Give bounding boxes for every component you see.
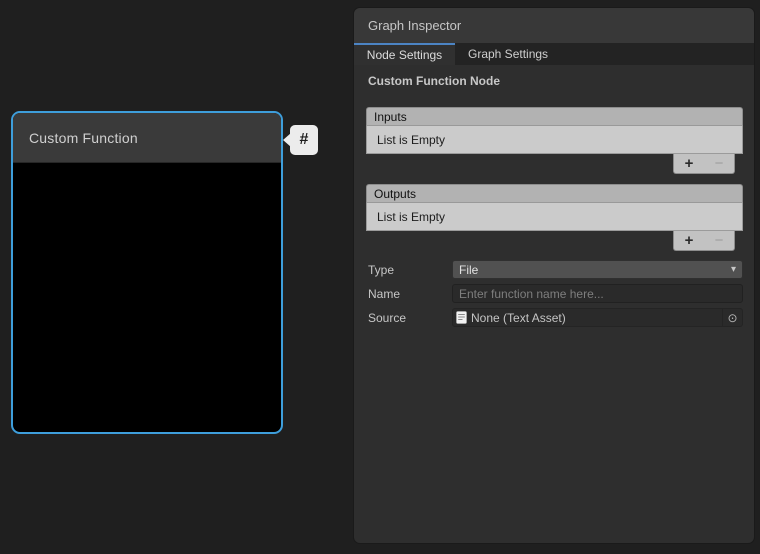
panel-header[interactable]: Graph Inspector — [354, 8, 754, 43]
hash-icon: # — [300, 131, 309, 149]
outputs-list-header: Outputs — [366, 184, 743, 203]
inputs-list-footerwrap: + − — [366, 154, 743, 174]
name-row: Name — [354, 284, 743, 303]
outputs-list: Outputs List is Empty + − — [366, 184, 743, 251]
outputs-add-button[interactable]: + — [681, 233, 698, 248]
outputs-list-footerwrap: + − — [366, 231, 743, 251]
inputs-list: Inputs List is Empty + − — [366, 107, 743, 174]
source-row: Source None (Text Asset) ⊙ — [354, 308, 743, 327]
source-object-field[interactable]: None (Text Asset) ⊙ — [452, 308, 743, 327]
node-preview-area — [13, 163, 281, 434]
graph-inspector-panel: Graph Inspector Node Settings Graph Sett… — [354, 8, 754, 543]
custom-function-node[interactable]: Custom Function — [11, 111, 283, 434]
name-label: Name — [368, 287, 452, 301]
list-empty-label: List is Empty — [377, 133, 445, 147]
list-header-label: Outputs — [374, 187, 416, 201]
object-picker-button[interactable]: ⊙ — [722, 309, 742, 326]
tab-graph-settings[interactable]: Graph Settings — [455, 43, 561, 65]
type-dropdown[interactable]: File ▾ — [452, 260, 743, 279]
list-header-label: Inputs — [374, 110, 407, 124]
node-hash-badge[interactable]: # — [290, 125, 318, 155]
text-asset-icon — [456, 311, 467, 324]
object-picker-icon: ⊙ — [727, 312, 737, 324]
minus-icon: − — [715, 232, 724, 249]
node-title-bar[interactable]: Custom Function — [13, 113, 281, 163]
source-label: Source — [368, 311, 452, 325]
outputs-remove-button[interactable]: − — [711, 233, 728, 248]
node-title: Custom Function — [29, 130, 138, 146]
list-empty-label: List is Empty — [377, 210, 445, 224]
panel-title: Graph Inspector — [368, 18, 461, 33]
outputs-list-footer: + − — [673, 231, 735, 251]
source-value: None (Text Asset) — [471, 311, 566, 325]
tab-label: Node Settings — [367, 48, 442, 62]
type-label: Type — [368, 263, 452, 277]
badge-pointer-icon — [283, 133, 291, 147]
inspector-tabbar: Node Settings Graph Settings — [354, 43, 754, 65]
plus-icon: + — [685, 155, 694, 172]
inputs-remove-button[interactable]: − — [711, 156, 728, 171]
type-row: Type File ▾ — [354, 260, 743, 279]
inputs-list-footer: + − — [673, 154, 735, 174]
section-title: Custom Function Node — [368, 74, 754, 90]
field-rows: Type File ▾ Name Source — [354, 260, 743, 327]
inputs-empty-row: List is Empty — [366, 126, 743, 154]
inputs-add-button[interactable]: + — [681, 156, 698, 171]
chevron-down-icon: ▾ — [731, 264, 736, 275]
plus-icon: + — [685, 232, 694, 249]
type-dropdown-value: File — [459, 263, 478, 277]
outputs-empty-row: List is Empty — [366, 203, 743, 231]
function-name-input[interactable] — [452, 284, 743, 303]
minus-icon: − — [715, 155, 724, 172]
tab-label: Graph Settings — [468, 47, 548, 61]
tab-node-settings[interactable]: Node Settings — [354, 43, 455, 65]
graph-canvas[interactable]: Custom Function # Graph Inspector Node S… — [0, 0, 760, 554]
inputs-list-header: Inputs — [366, 107, 743, 126]
